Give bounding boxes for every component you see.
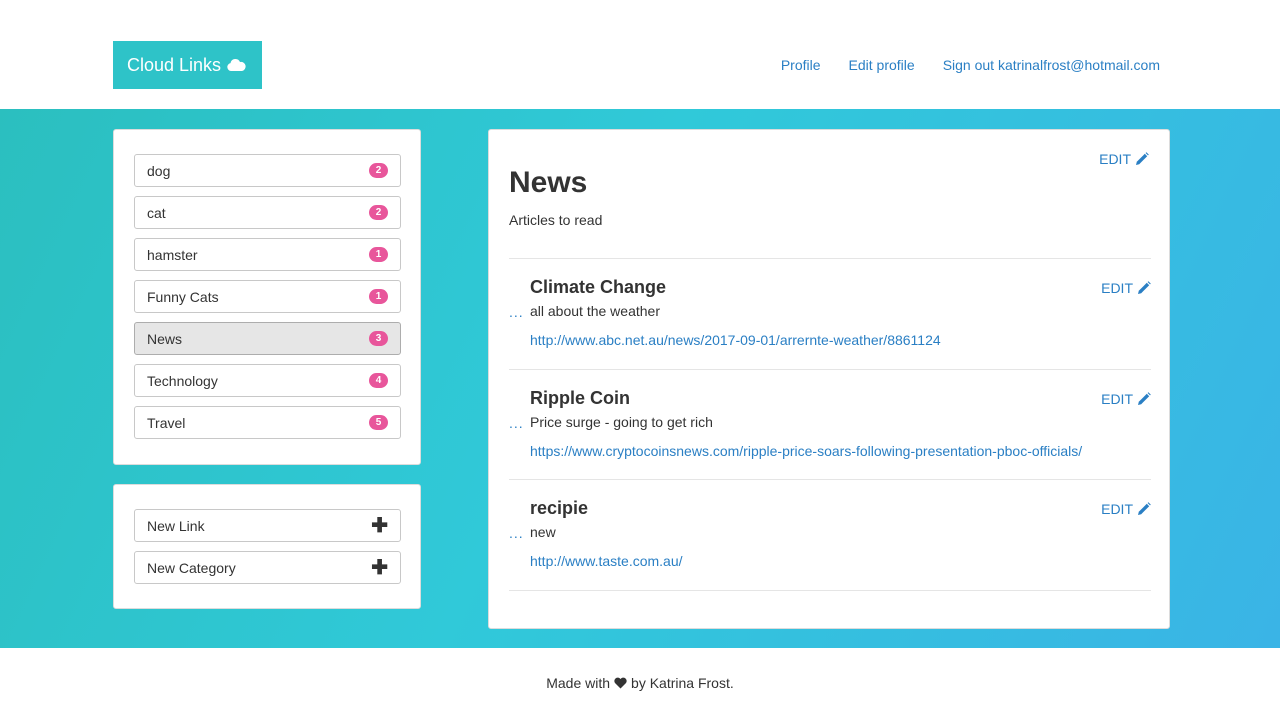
brand-title: Cloud Links (127, 54, 222, 75)
link-item: ... Climate Change all about the weather… (509, 259, 1151, 369)
category-label: Travel (147, 414, 186, 431)
category-item-dog[interactable]: dog 2 (134, 154, 401, 187)
edit-label: EDIT (1101, 391, 1133, 407)
nav-profile-link[interactable]: Profile (781, 57, 821, 73)
count-badge: 4 (369, 373, 388, 388)
brand-logo[interactable]: Cloud Links (113, 41, 262, 89)
pencil-icon (1138, 281, 1151, 294)
category-content: EDIT News Articles to read ... Climate C… (488, 129, 1170, 629)
header: Cloud Links Profile Edit profile Sign ou… (0, 0, 1280, 109)
category-label: News (147, 330, 183, 347)
page-title: News (509, 166, 588, 199)
link-url[interactable]: http://www.abc.net.au/news/2017-09-01/ar… (530, 332, 941, 348)
link-description: all about the weather (530, 303, 660, 319)
category-label: Funny Cats (147, 288, 219, 305)
edit-category-button[interactable]: EDIT (1099, 151, 1149, 167)
new-category-button[interactable]: New Category ✚ (134, 551, 401, 584)
category-description: Articles to read (509, 212, 603, 228)
link-description: new (530, 524, 556, 540)
new-category-label: New Category (147, 559, 236, 576)
heart-icon (614, 677, 627, 689)
link-item: ... recipie new http://www.taste.com.au/… (509, 480, 1151, 590)
plus-icon: ✚ (371, 514, 388, 537)
nav-edit-profile-link[interactable]: Edit profile (849, 57, 915, 73)
edit-link-button[interactable]: EDIT (1101, 501, 1151, 517)
edit-label: EDIT (1101, 501, 1133, 517)
edit-label: EDIT (1099, 151, 1131, 167)
category-item-technology[interactable]: Technology 4 (134, 364, 401, 397)
count-badge: 2 (369, 205, 388, 220)
category-item-hamster[interactable]: hamster 1 (134, 238, 401, 271)
link-url[interactable]: https://www.cryptocoinsnews.com/ripple-p… (530, 443, 1082, 459)
main-area: dog 2 cat 2 hamster 1 Funny Cats 1 News … (0, 109, 1280, 648)
divider (509, 590, 1151, 591)
edit-label: EDIT (1101, 280, 1133, 296)
link-title: Climate Change (530, 277, 667, 297)
link-description: Price surge - going to get rich (530, 414, 713, 430)
top-nav: Profile Edit profile Sign out katrinalfr… (781, 57, 1160, 73)
category-label: dog (147, 162, 171, 179)
new-link-label: New Link (147, 517, 205, 534)
category-item-funny-cats[interactable]: Funny Cats 1 (134, 280, 401, 313)
link-menu-button[interactable]: ... (509, 304, 524, 320)
count-badge: 1 (369, 247, 388, 262)
link-menu-button[interactable]: ... (509, 525, 524, 541)
edit-link-button[interactable]: EDIT (1101, 280, 1151, 296)
footer: Made with by Katrina Frost. (0, 648, 1280, 720)
category-label: cat (147, 204, 166, 221)
category-list: dog 2 cat 2 hamster 1 Funny Cats 1 News … (113, 129, 421, 465)
category-item-travel[interactable]: Travel 5 (134, 406, 401, 439)
pencil-icon (1138, 502, 1151, 515)
link-url[interactable]: http://www.taste.com.au/ (530, 553, 683, 569)
count-badge: 1 (369, 289, 388, 304)
actions-panel: New Link ✚ New Category ✚ (113, 484, 421, 609)
category-item-cat[interactable]: cat 2 (134, 196, 401, 229)
pencil-icon (1136, 152, 1149, 165)
footer-suffix: by Katrina Frost. (631, 675, 734, 691)
new-link-button[interactable]: New Link ✚ (134, 509, 401, 542)
count-badge: 3 (369, 331, 388, 346)
link-title: recipie (530, 498, 589, 518)
category-item-news[interactable]: News 3 (134, 322, 401, 355)
footer-prefix: Made with (546, 675, 611, 691)
plus-icon: ✚ (371, 556, 388, 579)
link-menu-button[interactable]: ... (509, 415, 524, 431)
link-title: Ripple Coin (530, 388, 630, 408)
edit-link-button[interactable]: EDIT (1101, 391, 1151, 407)
nav-sign-out-link[interactable]: Sign out katrinalfrost@hotmail.com (943, 57, 1160, 73)
category-label: Technology (147, 372, 218, 389)
category-label: hamster (147, 246, 198, 263)
count-badge: 5 (369, 415, 388, 430)
link-item: ... Ripple Coin Price surge - going to g… (509, 370, 1151, 480)
count-badge: 2 (369, 163, 388, 178)
pencil-icon (1138, 392, 1151, 405)
cloud-icon (227, 59, 246, 71)
